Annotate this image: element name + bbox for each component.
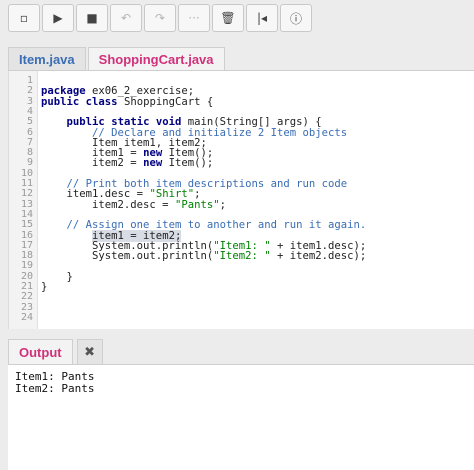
trash-icon: 🗑	[220, 11, 236, 25]
tab-item-java[interactable]: Item.java	[8, 47, 86, 70]
editor-tabs: Item.java ShoppingCart.java	[8, 46, 474, 71]
output-tabs: Output ✖	[8, 338, 474, 365]
more-button[interactable]: ···	[178, 4, 210, 32]
output-line: Item2: Pants	[15, 382, 95, 395]
code-line: 19	[9, 261, 474, 272]
undo-button[interactable]: ↶	[110, 4, 142, 32]
code-text: item2 = new Item();	[41, 157, 214, 170]
toolbar: ▫ ▶ ■ ↶ ↷ ··· 🗑 |◂ ⓘ	[8, 4, 324, 34]
code-text: public class ShoppingCart {	[41, 95, 214, 108]
redo-button[interactable]: ↷	[144, 4, 176, 32]
run-icon: ▶	[53, 11, 63, 25]
output-console: Item1: Pants Item2: Pants	[8, 365, 474, 470]
code-line: 23	[9, 302, 474, 313]
undo-icon: ↶	[120, 11, 132, 25]
new-file-button[interactable]: ▫	[8, 4, 40, 32]
code-text: System.out.println("Item2: " + item2.des…	[41, 250, 367, 263]
close-icon: ✖	[84, 344, 96, 360]
code-editor[interactable]: 1 2 package ex06_2_exercise; 3 public class …	[8, 71, 474, 329]
code-text: item2.desc = "Pants";	[41, 198, 226, 211]
code-line: 21}	[9, 281, 474, 293]
step-back-button[interactable]: |◂	[246, 4, 278, 32]
step-back-icon: |◂	[256, 11, 268, 25]
code-line: 9 item2 = new Item();	[9, 157, 474, 170]
run-button[interactable]: ▶	[42, 4, 74, 32]
code-line: 18 System.out.println("Item2: " + item2.…	[9, 250, 474, 263]
stop-icon: ■	[86, 11, 98, 25]
code-line: 15 // Assign one item to another and run…	[9, 219, 474, 232]
new-file-icon: ▫	[19, 11, 29, 25]
info-button[interactable]: ⓘ	[280, 4, 312, 32]
tab-output[interactable]: Output	[8, 339, 73, 364]
line-number: 24	[20, 311, 33, 323]
redo-icon: ↷	[154, 11, 166, 25]
more-icon: ···	[188, 11, 200, 25]
stop-button[interactable]: ■	[76, 4, 108, 32]
code-line: 22	[9, 291, 474, 302]
close-output-button[interactable]: ✖	[76, 339, 103, 364]
tab-shoppingcart-java[interactable]: ShoppingCart.java	[87, 47, 225, 70]
code-line: 13 item2.desc = "Pants";	[9, 198, 474, 211]
code-text: // Assign one item to another and run it…	[66, 219, 367, 232]
code-text: }	[41, 281, 48, 293]
delete-button[interactable]: 🗑	[212, 4, 244, 32]
line-number: 15	[20, 219, 33, 231]
info-icon: ⓘ	[289, 11, 302, 26]
line-number: 5	[26, 116, 33, 128]
code-line: 3 public class ShoppingCart {	[9, 95, 474, 108]
code-line: 20 }	[9, 271, 474, 282]
code-line: 24	[9, 311, 474, 323]
